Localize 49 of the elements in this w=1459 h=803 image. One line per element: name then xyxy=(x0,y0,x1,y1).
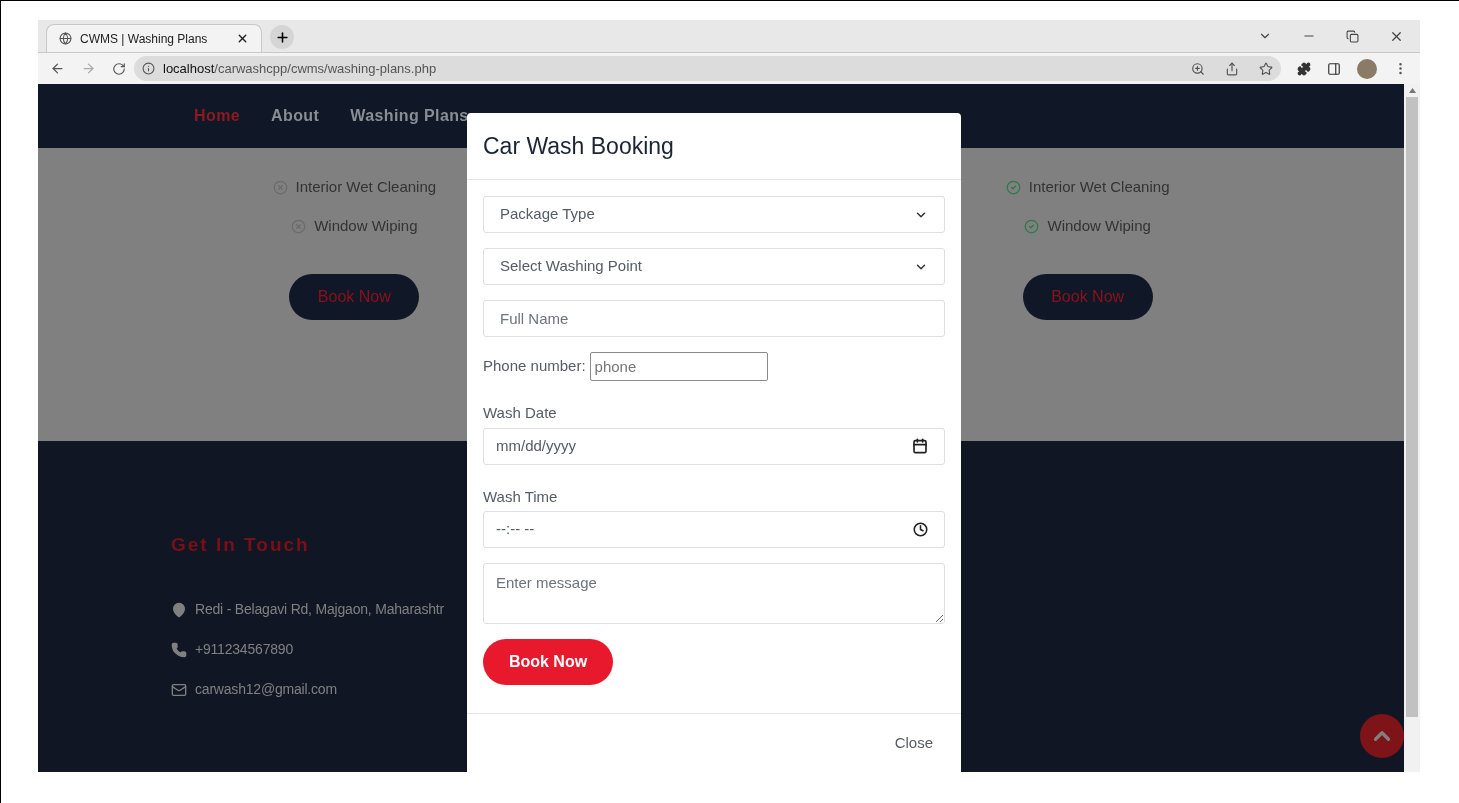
url-host: localhost xyxy=(163,59,215,78)
nav-link[interactable]: About xyxy=(271,104,320,128)
puzzle-icon[interactable] xyxy=(1297,61,1311,76)
restore-icon[interactable] xyxy=(1346,29,1359,43)
phone-icon xyxy=(171,641,187,658)
globe-icon xyxy=(59,32,72,45)
close-button[interactable]: Close xyxy=(894,732,933,755)
browser-tab[interactable]: CWMS | Washing Plans xyxy=(46,24,262,52)
select-field[interactable]: Select Washing Point xyxy=(483,248,945,285)
contact-text: Redi - Belagavi Rd, Majgaon, Maharashtr xyxy=(195,600,444,619)
select-field[interactable]: Package Type xyxy=(483,196,945,233)
info-icon xyxy=(142,62,155,75)
phone-field[interactable]: phone xyxy=(589,352,768,381)
field-label: Wash Time xyxy=(483,486,559,507)
text-field[interactable]: Full Name xyxy=(483,300,945,337)
dialog-title: Car Wash Booking xyxy=(483,131,674,161)
plus-icon xyxy=(274,29,290,45)
contact-text: carwash12@gmail.com xyxy=(195,680,337,699)
envelope-icon xyxy=(171,681,187,698)
map-pin-icon xyxy=(171,601,187,618)
tab-title: CWMS | Washing Plans xyxy=(80,30,209,48)
field-label: Wash Date xyxy=(483,403,558,423)
share-icon[interactable] xyxy=(1225,61,1239,76)
url-path: /carwashcpp/cwms/washing-plans.php xyxy=(214,59,438,78)
new-tab-button[interactable] xyxy=(270,25,294,49)
footer-heading: Get In Touch xyxy=(171,533,310,557)
contact-text: +911234567890 xyxy=(195,640,293,659)
zoom-icon[interactable] xyxy=(1191,61,1205,76)
scroll-up-icon[interactable] xyxy=(1408,88,1416,93)
side-panel-icon[interactable] xyxy=(1327,61,1341,76)
address-bar[interactable]: localhost/carwashcpp/cwms/washing-plans.php xyxy=(134,56,1281,81)
feature-text: Window Wiping xyxy=(1047,216,1151,237)
feature-text: Interior Wet Cleaning xyxy=(295,177,437,198)
message-field[interactable]: Enter message xyxy=(483,563,945,624)
field-label: Phone number: xyxy=(483,356,586,377)
back-icon[interactable] xyxy=(50,61,65,76)
calendar-icon xyxy=(912,438,928,454)
avatar[interactable] xyxy=(1357,58,1377,79)
close-tab-icon[interactable] xyxy=(236,32,249,45)
star-icon[interactable] xyxy=(1259,61,1273,76)
reload-icon[interactable] xyxy=(112,61,126,76)
time-field[interactable]: --:-- -- xyxy=(483,511,945,548)
feature-text: Interior Wet Cleaning xyxy=(1028,177,1170,198)
clock-icon xyxy=(913,522,928,537)
feature-text: Window Wiping xyxy=(314,216,418,237)
nav-link[interactable]: Washing Plans xyxy=(350,104,469,128)
date-field[interactable]: mm/dd/yyyy xyxy=(483,427,945,465)
book-now-button[interactable]: Book Now xyxy=(483,639,613,685)
scrollbar[interactable] xyxy=(1404,84,1420,772)
